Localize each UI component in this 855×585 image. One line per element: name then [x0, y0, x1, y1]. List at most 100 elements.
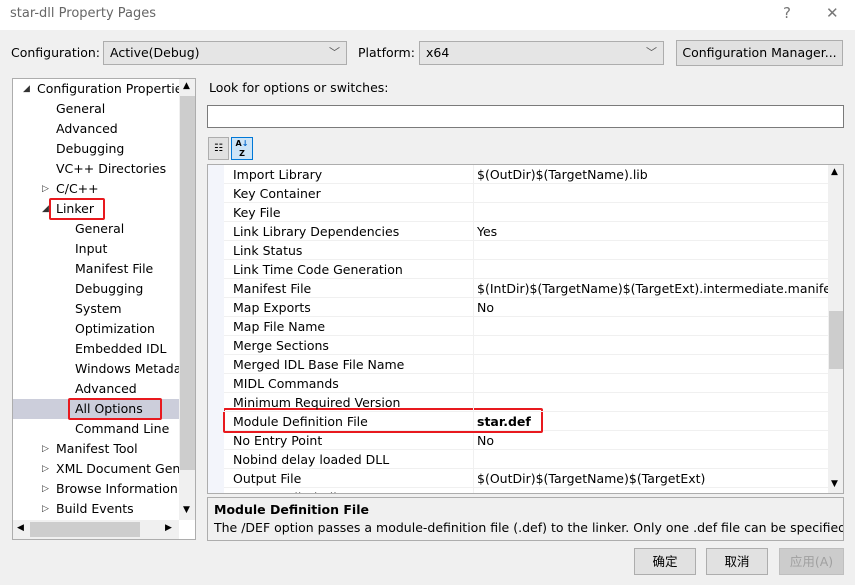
tree-item[interactable]: Advanced — [13, 119, 179, 139]
scroll-up-icon[interactable]: ▲ — [183, 81, 190, 91]
property-value[interactable] — [473, 450, 477, 469]
tree-item[interactable]: ◢ Configuration Properties — [13, 79, 189, 99]
tree-item[interactable]: ▷ XML Document Generator — [13, 459, 195, 479]
property-value[interactable] — [473, 260, 477, 279]
tree-item-label: Advanced — [56, 121, 118, 136]
configuration-manager-button[interactable]: Configuration Manager... — [676, 40, 843, 66]
tree-vertical-scrollbar[interactable]: ▲ ▼ — [179, 79, 195, 520]
tree-item[interactable]: General — [13, 99, 179, 119]
property-row[interactable]: Output File $(OutDir)$(TargetName)$(Targe… — [208, 469, 828, 488]
property-value[interactable]: Yes — [473, 222, 497, 241]
tree-item-label: Browse Information — [56, 481, 178, 496]
collapsed-arrow-icon[interactable]: ▷ — [42, 439, 49, 459]
property-value[interactable] — [473, 203, 477, 222]
property-row[interactable]: MIDL Commands — [208, 374, 828, 393]
collapsed-arrow-icon[interactable]: ▷ — [42, 459, 49, 479]
property-value[interactable]: $(OutDir)$(TargetName).lib — [473, 165, 648, 184]
property-value[interactable]: No — [473, 298, 494, 317]
alphabetical-view-button[interactable]: A↓ Z — [231, 137, 253, 160]
property-value[interactable]: No — [473, 431, 494, 450]
property-value[interactable] — [473, 184, 477, 203]
tree-item[interactable]: Manifest File — [13, 259, 179, 279]
property-value[interactable]: $(OutDir)$(TargetName)$(TargetExt) — [473, 469, 705, 488]
property-name: Output File — [233, 471, 302, 486]
tree-item[interactable]: ▷ Browse Information — [13, 479, 179, 499]
ok-button[interactable]: 确定 — [634, 548, 696, 575]
property-row[interactable]: Merge Sections — [208, 336, 828, 355]
property-row[interactable]: Minimum Required Version — [208, 393, 828, 412]
help-button[interactable]: ? — [783, 4, 791, 22]
tree-item[interactable]: Embedded IDL — [13, 339, 179, 359]
expanded-arrow-icon[interactable]: ◢ — [42, 199, 49, 219]
property-row[interactable]: Link Time Code Generation — [208, 260, 828, 279]
row-gutter — [208, 298, 224, 317]
tree-item[interactable]: Input — [13, 239, 179, 259]
property-row[interactable]: Link Status — [208, 241, 828, 260]
property-row[interactable]: Prevent Dll Binding No — [208, 488, 828, 493]
tree-item[interactable]: ◢ Linker — [13, 198, 179, 220]
tree-item[interactable]: ▷ C/C++ — [13, 179, 179, 199]
scroll-thumb[interactable] — [829, 311, 843, 369]
property-value[interactable]: $(IntDir)$(TargetName)$(TargetExt).inter… — [473, 279, 842, 298]
tree-item[interactable]: ▷ Build Events — [13, 499, 179, 519]
collapsed-arrow-icon[interactable]: ▷ — [42, 479, 49, 499]
scroll-thumb[interactable] — [30, 522, 140, 537]
tree-item-label: C/C++ — [56, 181, 99, 196]
property-row[interactable]: Import Library $(OutDir)$(TargetName).lib — [208, 165, 828, 184]
property-row[interactable]: Key Container — [208, 184, 828, 203]
property-row[interactable]: Module Definition File star.def — [208, 408, 828, 433]
property-tree: ▷ Build Events ▷ Browse Information ▷ XML Doc… — [12, 78, 196, 540]
categorized-view-button[interactable]: ☷ — [208, 137, 229, 160]
tree-item[interactable]: VC++ Directories — [13, 159, 179, 179]
property-row[interactable]: Map Exports No — [208, 298, 828, 317]
property-row[interactable]: Manifest File $(IntDir)$(TargetName)$(Tar… — [208, 279, 842, 298]
property-row[interactable]: Link Library Dependencies Yes — [208, 222, 828, 241]
property-value[interactable] — [473, 317, 477, 336]
tree-item[interactable]: Advanced — [13, 379, 179, 399]
property-row[interactable]: No Entry Point No — [208, 431, 828, 450]
expanded-arrow-icon[interactable]: ◢ — [23, 79, 30, 99]
tree-item-label: Manifest Tool — [56, 441, 138, 456]
tree-item[interactable]: Windows Metadata — [13, 359, 194, 379]
cancel-button[interactable]: 取消 — [706, 548, 768, 575]
tree-item[interactable]: All Options — [13, 398, 179, 420]
scroll-right-icon[interactable]: ▶ — [165, 523, 172, 533]
property-name: Link Library Dependencies — [233, 224, 400, 239]
configuration-select[interactable]: Active(Debug) ﹀ — [103, 41, 347, 65]
property-value[interactable] — [473, 393, 477, 412]
collapsed-arrow-icon[interactable]: ▷ — [42, 499, 49, 519]
close-button[interactable]: ✕ — [826, 4, 839, 22]
tree-item[interactable]: ▷ Manifest Tool — [13, 439, 179, 459]
apply-button[interactable]: 应用(A) — [779, 548, 844, 575]
tree-item[interactable]: Debugging — [13, 139, 179, 159]
tree-item[interactable]: System — [13, 299, 179, 319]
property-row[interactable]: Merged IDL Base File Name — [208, 355, 828, 374]
property-name: Merged IDL Base File Name — [233, 357, 405, 372]
property-value[interactable] — [473, 374, 477, 393]
tree-horizontal-scrollbar[interactable]: ◀ ▶ — [13, 520, 179, 539]
tree-item[interactable]: Optimization — [13, 319, 179, 339]
tree-item-label: Configuration Properties — [37, 81, 189, 96]
search-input[interactable] — [207, 105, 844, 128]
scroll-down-icon[interactable]: ▼ — [831, 479, 838, 489]
property-row[interactable]: Nobind delay loaded DLL — [208, 450, 828, 469]
property-value[interactable] — [473, 355, 477, 374]
scroll-up-icon[interactable]: ▲ — [831, 167, 838, 177]
scroll-left-icon[interactable]: ◀ — [17, 523, 24, 533]
platform-select[interactable]: x64 ﹀ — [419, 41, 664, 65]
property-row[interactable]: Map File Name — [208, 317, 828, 336]
property-value[interactable]: No — [473, 488, 494, 493]
row-gutter — [208, 355, 224, 374]
tree-item[interactable]: Command Line — [13, 419, 179, 439]
tree-item-label: Debugging — [56, 141, 125, 156]
tree-item-label: Advanced — [75, 381, 137, 396]
tree-item[interactable]: General — [13, 219, 179, 239]
scroll-thumb[interactable] — [180, 96, 195, 470]
scroll-down-icon[interactable]: ▼ — [183, 505, 190, 515]
property-value[interactable] — [473, 336, 477, 355]
collapsed-arrow-icon[interactable]: ▷ — [42, 179, 49, 199]
property-value[interactable] — [473, 241, 477, 260]
property-row[interactable]: Key File — [208, 203, 828, 222]
tree-item[interactable]: Debugging — [13, 279, 179, 299]
grid-vertical-scrollbar[interactable]: ▲ ▼ — [828, 165, 843, 493]
